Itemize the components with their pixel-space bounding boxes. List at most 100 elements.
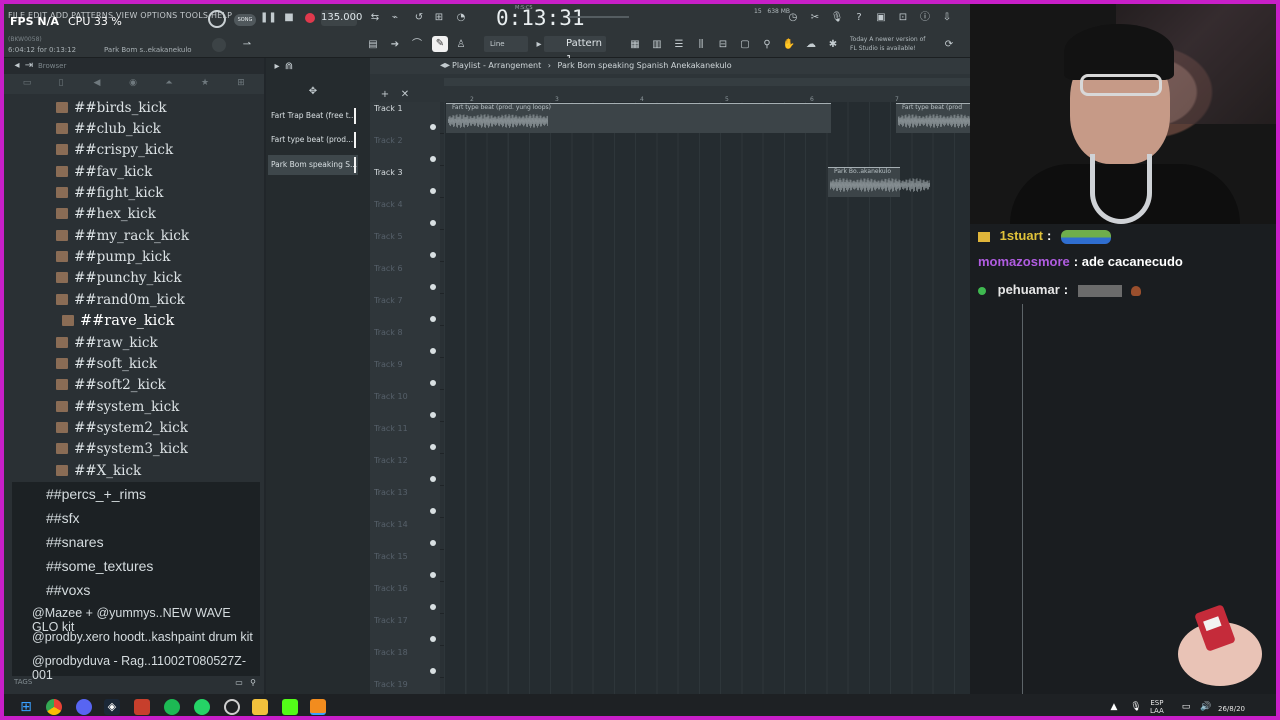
step-icon[interactable]: ⊞ [432, 11, 446, 25]
track-mute-button[interactable] [430, 668, 436, 674]
folder-item[interactable]: ##club_kick [56, 119, 161, 139]
track-lane[interactable] [444, 390, 970, 422]
chrome-icon[interactable] [46, 699, 62, 715]
track-label[interactable]: Track 17 [370, 614, 440, 646]
track-lane[interactable] [444, 614, 970, 646]
plugin-icon[interactable]: ⊡ [896, 11, 910, 25]
folder-item[interactable]: ##system3_kick [56, 439, 188, 459]
track-label[interactable]: Track 7 [370, 294, 440, 326]
track-mute-button[interactable] [430, 444, 436, 450]
pin-icon[interactable]: ⇥ [22, 59, 36, 73]
language-indicator[interactable]: ESP LAA [1150, 699, 1164, 715]
arrow-right-icon[interactable]: ➔ [388, 38, 402, 52]
track-row[interactable]: Track 17 [370, 614, 970, 646]
clock-date[interactable]: 26/8/20 [1218, 705, 1245, 713]
metronome-icon[interactable] [208, 10, 226, 28]
pattern-selector[interactable]: Pattern 1 [544, 36, 606, 65]
track-row[interactable]: Track 13 [370, 486, 970, 518]
playlist-icon[interactable]: ▦ [628, 38, 642, 52]
pattern-item[interactable]: Fart Trap Beat (free t... [268, 106, 358, 126]
fl-studio-icon[interactable] [310, 699, 326, 715]
track-lane[interactable] [444, 486, 970, 518]
piano-roll-icon[interactable]: ▥ [650, 38, 664, 52]
project-icon[interactable]: ▢ [738, 38, 752, 52]
tag-folder-icon[interactable]: ▭ [232, 676, 246, 690]
playlist-titlebar[interactable]: ◂▸ Playlist - Arrangement › Park Bom spe… [370, 58, 970, 74]
horizontal-scrollbar[interactable] [444, 78, 970, 86]
folder-item[interactable]: ##raw_kick [56, 333, 158, 353]
track-label[interactable]: Track 4 [370, 198, 440, 230]
track-lane[interactable] [444, 518, 970, 550]
track-lane[interactable] [444, 198, 970, 230]
track-mute-button[interactable] [430, 124, 436, 130]
track-row[interactable]: Track 8 [370, 326, 970, 358]
cpu-icon[interactable]: ◷ [786, 11, 800, 25]
audio-clip[interactable]: Park Bo..akanekulo [828, 167, 930, 197]
stamp-icon[interactable]: ♙ [454, 38, 468, 52]
song-mode-toggle[interactable]: SONG [234, 14, 256, 26]
timeline-ruler[interactable]: + ✕ 2 3 4 5 6 7 [370, 74, 970, 103]
track-label[interactable]: Track 8 [370, 326, 440, 358]
mixer-icon[interactable]: ⫼ [694, 38, 708, 52]
scissors-icon[interactable]: ✂ [808, 11, 822, 25]
track-row[interactable]: Track 3 Park Bo..akanekulo [370, 166, 970, 198]
track-row[interactable]: Track 18 [370, 646, 970, 678]
track-mute-button[interactable] [430, 348, 436, 354]
spotify-icon[interactable] [164, 699, 180, 715]
kick-icon[interactable] [282, 699, 298, 715]
pin-icon[interactable]: ⇀ [240, 38, 254, 52]
folder-item[interactable]: ##soft_kick [56, 354, 157, 374]
track-row[interactable]: Track 1 Fart type beat (prod. yung loops)… [370, 102, 998, 134]
plugin-picker-icon[interactable]: ⚲ [760, 38, 774, 52]
microphone-icon[interactable]: 🎙 [830, 11, 844, 25]
tree-tab-icon[interactable]: ⊞ [234, 78, 248, 90]
pattern-mode-icon[interactable]: ⇆ [368, 11, 382, 25]
stop-icon[interactable]: ■ [282, 11, 296, 25]
countdown-icon[interactable]: ◔ [454, 11, 468, 25]
track-mute-button[interactable] [430, 220, 436, 226]
folder-icon[interactable] [252, 699, 268, 715]
folder-item[interactable]: ##rand0m_kick [56, 290, 185, 310]
track-lane[interactable] [444, 230, 970, 262]
track-mute-button[interactable] [430, 636, 436, 642]
track-label[interactable]: Track 13 [370, 486, 440, 518]
magnet-icon[interactable]: ⋒ [282, 60, 296, 74]
folder-item-selected[interactable]: ##rave_kick [62, 311, 174, 331]
info-icon[interactable]: ⓘ [918, 11, 932, 25]
track-mute-button[interactable] [430, 540, 436, 546]
track-lane[interactable] [444, 134, 970, 166]
arrows-icon[interactable]: ◂▸ [438, 59, 452, 73]
track-lane[interactable] [444, 294, 970, 326]
touch-icon[interactable]: ✋ [782, 38, 796, 52]
folder-item[interactable]: ##punchy_kick [56, 268, 182, 288]
track-row[interactable]: Track 12 [370, 454, 970, 486]
track-row[interactable]: Track 6 [370, 262, 970, 294]
folder-sfx[interactable]: ##sfx [46, 510, 79, 526]
draw-tool-button[interactable]: ✎ [432, 36, 448, 52]
track-row[interactable]: Track 2 [370, 134, 970, 166]
track-mute-button[interactable] [430, 380, 436, 386]
track-row[interactable]: Track 10 [370, 390, 970, 422]
folder-voxs[interactable]: ##voxs [46, 582, 90, 598]
windows-start-icon[interactable]: ⊞ [18, 699, 34, 715]
download-icon[interactable]: ⇩ [940, 11, 954, 25]
volume-icon[interactable]: 🔊 [1198, 699, 1214, 715]
track-mute-button[interactable] [430, 316, 436, 322]
folder-item[interactable]: ##hex_kick [56, 204, 156, 224]
steam-icon[interactable]: ◈ [104, 699, 120, 715]
piano-icon[interactable]: ▤ [366, 38, 380, 52]
track-label[interactable]: Track 15 [370, 550, 440, 582]
whatsapp-icon[interactable] [194, 699, 210, 715]
loop-icon[interactable]: ↺ [412, 11, 426, 25]
folder-item[interactable]: ##system2_kick [56, 418, 188, 438]
cloud-tab-icon[interactable]: ⏶ [162, 78, 176, 90]
cloud-icon[interactable]: ☁ [804, 38, 818, 52]
folder-textures[interactable]: ##some_textures [46, 558, 153, 574]
folder-item[interactable]: ##fight_kick [56, 183, 163, 203]
tempo-display[interactable]: 135.000 [321, 10, 362, 26]
snap-magnet-icon[interactable]: ⌒ [410, 38, 424, 52]
record-icon[interactable] [305, 13, 315, 23]
track-row[interactable]: Track 14 [370, 518, 970, 550]
browser-toggle-icon[interactable]: ⊟ [716, 38, 730, 52]
master-volume-knob[interactable] [212, 38, 226, 52]
